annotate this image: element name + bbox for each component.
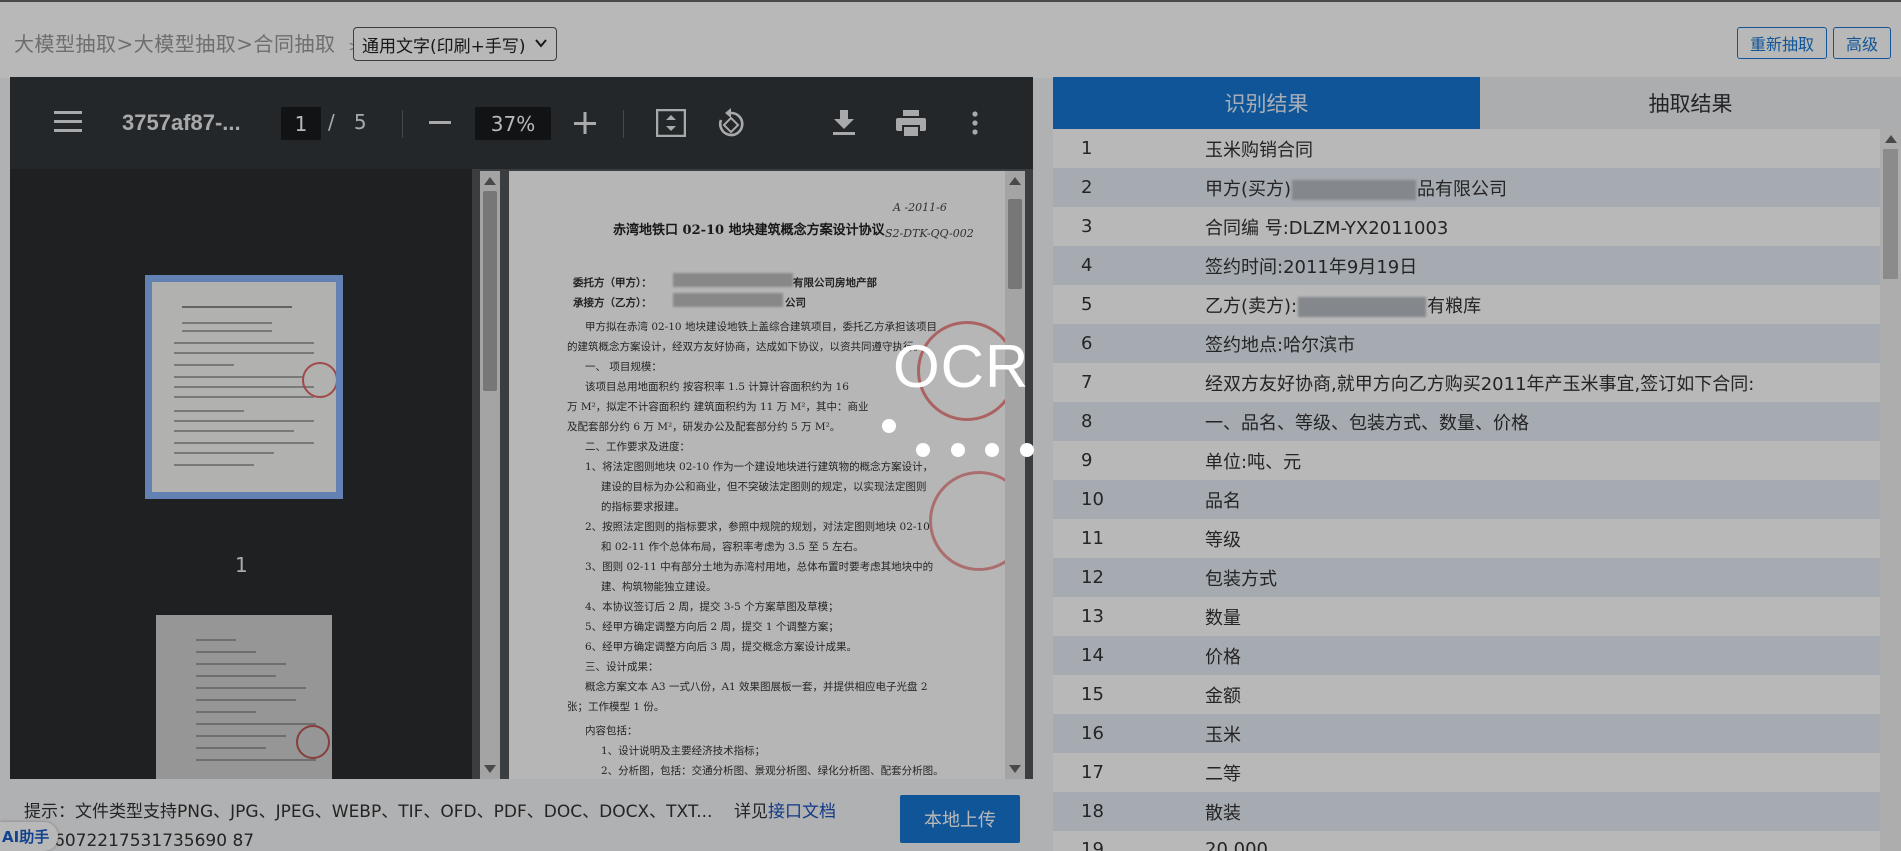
loading-dot-icon <box>916 443 930 457</box>
loading-overlay: OCR <box>0 0 1901 851</box>
loading-text: OCR <box>893 333 1030 400</box>
loading-dot-icon <box>951 443 965 457</box>
loading-dot-icon <box>985 443 999 457</box>
loading-dot-icon <box>1020 443 1034 457</box>
loading-dot-icon <box>882 419 896 433</box>
